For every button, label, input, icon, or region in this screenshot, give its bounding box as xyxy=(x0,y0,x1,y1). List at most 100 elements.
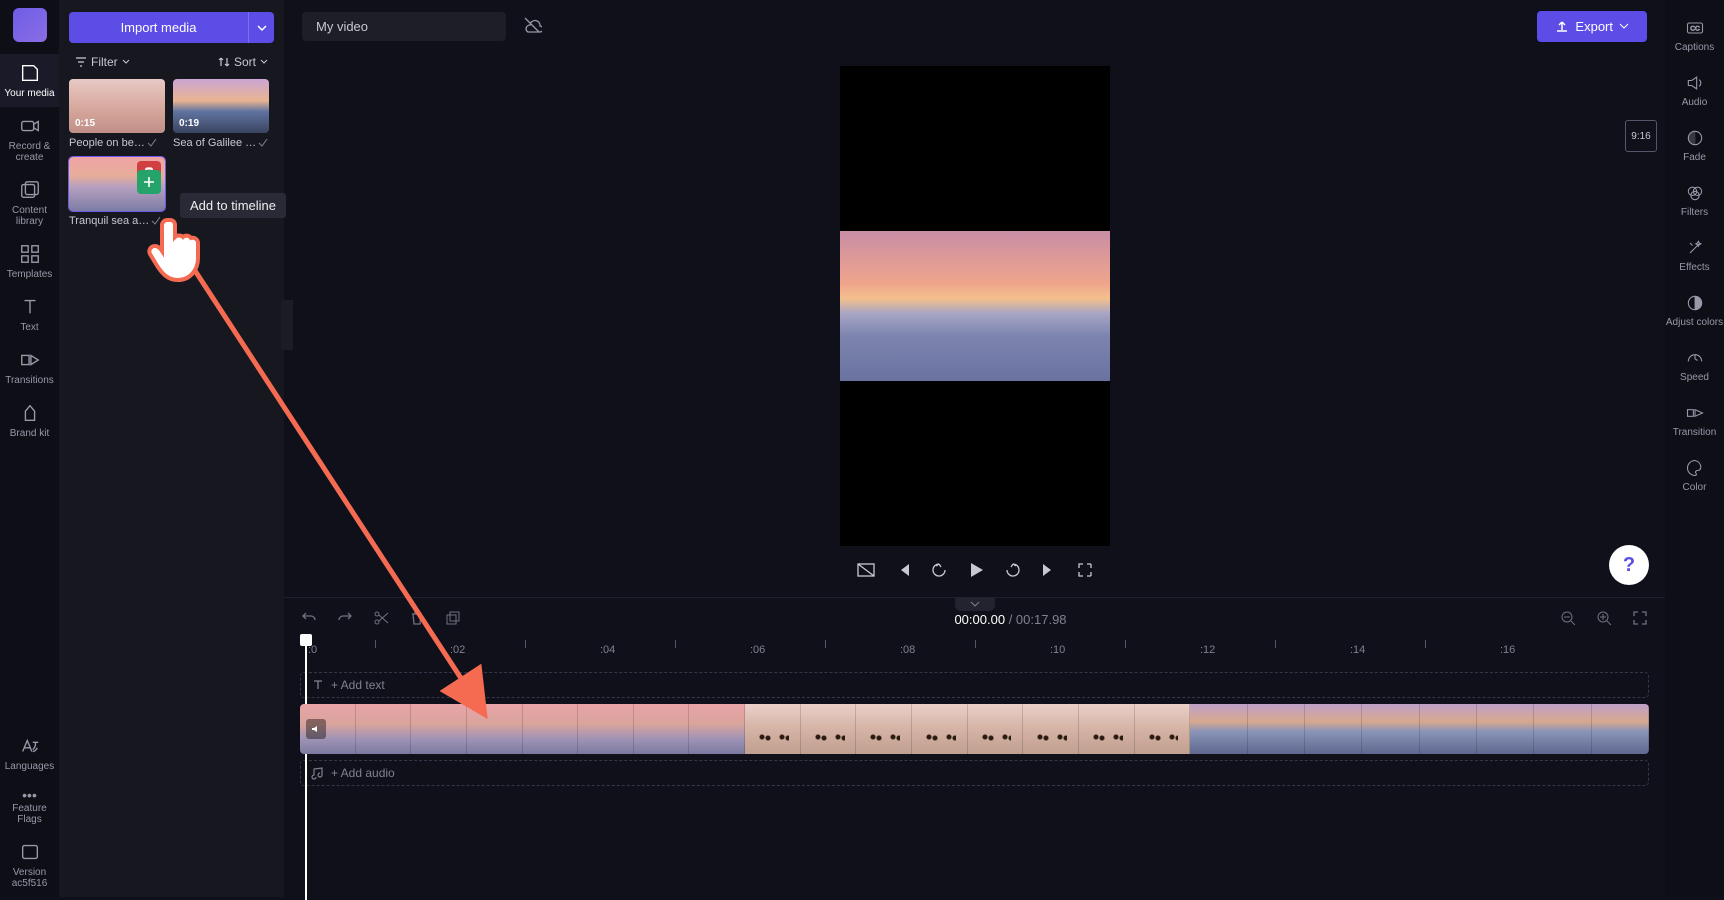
forward-button[interactable] xyxy=(1004,561,1022,582)
label: Adjust colors xyxy=(1666,317,1723,328)
preview-canvas[interactable] xyxy=(840,66,1110,546)
zoom-in-button[interactable] xyxy=(1595,609,1613,630)
sidebar-label: Record & create xyxy=(0,141,59,163)
effects-button[interactable]: Effects xyxy=(1665,228,1724,283)
undo-button[interactable] xyxy=(300,609,318,630)
sidebar-label: Text xyxy=(20,322,38,333)
media-name-label: Sea of Galilee … xyxy=(173,137,256,149)
sidebar-record[interactable]: Record & create xyxy=(0,107,59,171)
check-icon xyxy=(258,138,268,148)
filter-button[interactable]: Filter xyxy=(75,55,130,69)
upload-icon xyxy=(1555,19,1569,33)
sidebar-templates[interactable]: Templates xyxy=(0,235,59,288)
clip-galilee[interactable] xyxy=(1190,704,1649,754)
sidebar-text[interactable]: Text xyxy=(0,288,59,341)
sidebar-label: Your media xyxy=(4,88,54,99)
zoom-fit-button[interactable] xyxy=(1631,609,1649,630)
sidebar-version[interactable]: Version ac5f516 xyxy=(0,833,59,897)
media-thumb-tranquil xyxy=(69,157,165,211)
forward-icon xyxy=(1004,561,1022,579)
timeline-ruler[interactable]: :0 :02 :04 :06 :08 :10 :12 :14 :16 xyxy=(300,640,1649,664)
sort-button[interactable]: Sort xyxy=(218,55,268,69)
skip-back-button[interactable] xyxy=(894,561,912,582)
skip-fwd-icon xyxy=(1040,561,1058,579)
skip-fwd-button[interactable] xyxy=(1040,561,1058,582)
plus-icon xyxy=(142,175,156,189)
cloud-sync-button[interactable] xyxy=(518,11,546,42)
collapse-panel-button[interactable] xyxy=(281,300,293,350)
adjust-colors-button[interactable]: Adjust colors xyxy=(1665,283,1724,338)
ruler-mark: :06 xyxy=(750,644,765,656)
captions-button[interactable]: CC Captions xyxy=(1665,8,1724,63)
filters-button[interactable]: Filters xyxy=(1665,173,1724,228)
timeline-time: 00:00.00 / 00:17.98 xyxy=(480,612,1541,627)
audio-button[interactable]: Audio xyxy=(1665,63,1724,118)
play-icon xyxy=(966,560,986,580)
clip-people[interactable] xyxy=(745,704,1190,754)
stage-collapse-button[interactable] xyxy=(955,597,995,611)
import-media-button[interactable]: Import media xyxy=(69,12,248,43)
split-button[interactable] xyxy=(372,609,390,630)
clip-tranquil[interactable] xyxy=(300,704,745,754)
app-logo[interactable] xyxy=(13,8,47,42)
rewind-icon xyxy=(930,561,948,579)
color-button[interactable]: Color xyxy=(1665,448,1724,503)
help-button[interactable]: ? xyxy=(1609,545,1649,585)
zoom-out-button[interactable] xyxy=(1559,609,1577,630)
sidebar-languages[interactable]: Languages xyxy=(0,727,59,780)
timeline: 00:00.00 / 00:17.98 :0 :02 :04 :06 :08 :… xyxy=(284,597,1665,897)
media-name-label: People on be… xyxy=(69,137,145,149)
speed-button[interactable]: Speed xyxy=(1665,338,1724,393)
duplicate-icon xyxy=(444,609,462,627)
video-name-input[interactable] xyxy=(302,12,506,41)
speed-icon xyxy=(1685,348,1705,368)
preview-frame xyxy=(840,231,1110,381)
media-icon xyxy=(19,62,41,84)
media-item[interactable]: 0:19 Sea of Galilee … xyxy=(173,79,269,149)
fullscreen-button[interactable] xyxy=(1076,561,1094,582)
aspect-ratio-button[interactable]: 9:16 xyxy=(1625,120,1657,152)
sort-icon xyxy=(218,56,230,68)
label: Color xyxy=(1683,482,1707,493)
sidebar-feature-flags[interactable]: ••• Feature Flags xyxy=(0,780,59,833)
media-duration: 0:19 xyxy=(179,118,199,129)
sidebar-label: Brand kit xyxy=(10,428,49,439)
captions-icon: CC xyxy=(1685,18,1705,38)
export-button[interactable]: Export xyxy=(1537,11,1647,42)
palette-icon xyxy=(1685,458,1705,478)
delete-clip-button[interactable] xyxy=(408,609,426,630)
total-time: 00:17.98 xyxy=(1016,612,1067,627)
rewind-button[interactable] xyxy=(930,561,948,582)
topbar: Export xyxy=(284,0,1665,52)
add-to-timeline-button[interactable] xyxy=(137,170,161,194)
label: Filters xyxy=(1681,207,1708,218)
sidebar-content-library[interactable]: Content library xyxy=(0,171,59,235)
duplicate-button[interactable] xyxy=(444,609,462,630)
clip-mute-button[interactable] xyxy=(306,719,326,739)
ruler-mark: :10 xyxy=(1050,644,1065,656)
label: Speed xyxy=(1680,372,1709,383)
templates-icon xyxy=(19,243,41,265)
audio-track[interactable]: + Add audio xyxy=(300,760,1649,786)
contrast-icon xyxy=(1685,293,1705,313)
video-track[interactable] xyxy=(300,704,1649,754)
sidebar-transitions[interactable]: Transitions xyxy=(0,341,59,394)
safe-zone-button[interactable] xyxy=(856,560,876,583)
text-track[interactable]: + Add text xyxy=(300,672,1649,698)
filter-label: Filter xyxy=(91,55,118,69)
ruler-mark: :02 xyxy=(450,644,465,656)
chevron-down-icon xyxy=(257,23,267,33)
import-media-dropdown[interactable] xyxy=(248,12,274,43)
transition-button[interactable]: Transition xyxy=(1665,393,1724,448)
zoom-in-icon xyxy=(1595,609,1613,627)
play-button[interactable] xyxy=(966,560,986,583)
sidebar-brand-kit[interactable]: Brand kit xyxy=(0,394,59,447)
sidebar-your-media[interactable]: Your media xyxy=(0,54,59,107)
right-sidebar: CC Captions Audio Fade Filters Effects A… xyxy=(1665,0,1724,897)
redo-button[interactable] xyxy=(336,609,354,630)
media-thumb-galilee: 0:19 xyxy=(173,79,269,133)
media-duration: 0:15 xyxy=(75,118,95,129)
fade-button[interactable]: Fade xyxy=(1665,118,1724,173)
media-item-selected[interactable]: Tranquil sea a… xyxy=(69,157,165,227)
media-item[interactable]: 0:15 People on be… xyxy=(69,79,165,149)
